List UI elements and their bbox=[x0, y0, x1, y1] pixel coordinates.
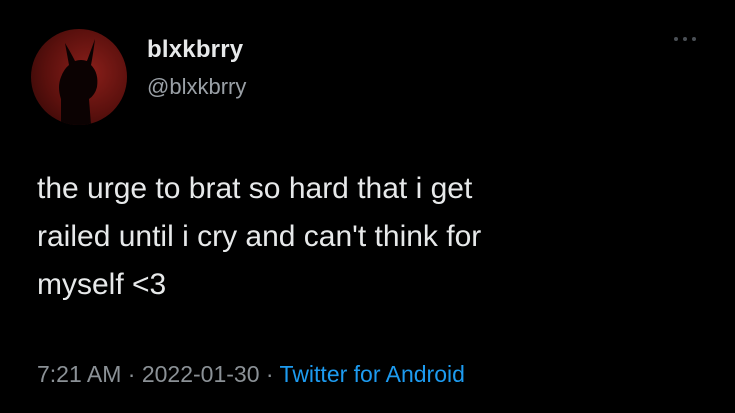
dot bbox=[683, 37, 687, 41]
separator: · bbox=[265, 361, 274, 387]
tweet-meta: 7:21 AM · 2022-01-30 · Twitter for Andro… bbox=[37, 361, 465, 388]
dot bbox=[692, 37, 696, 41]
tweet-date[interactable]: 2022-01-30 bbox=[142, 361, 260, 387]
display-name[interactable]: blxkbrry bbox=[147, 36, 243, 64]
tweet-text: the urge to brat so hard that i get rail… bbox=[37, 172, 482, 301]
avatar[interactable] bbox=[31, 29, 127, 125]
avatar-silhouette-icon bbox=[59, 39, 98, 125]
dot bbox=[674, 37, 678, 41]
more-options-icon[interactable] bbox=[670, 32, 700, 46]
tweet-source-link[interactable]: Twitter for Android bbox=[280, 361, 465, 387]
user-handle[interactable]: @blxkbrry bbox=[147, 74, 246, 100]
tweet-time[interactable]: 7:21 AM bbox=[37, 361, 121, 387]
tweet-card: blxkbrry @blxkbrry the urge to brat so h… bbox=[0, 0, 735, 413]
separator: · bbox=[127, 361, 136, 387]
